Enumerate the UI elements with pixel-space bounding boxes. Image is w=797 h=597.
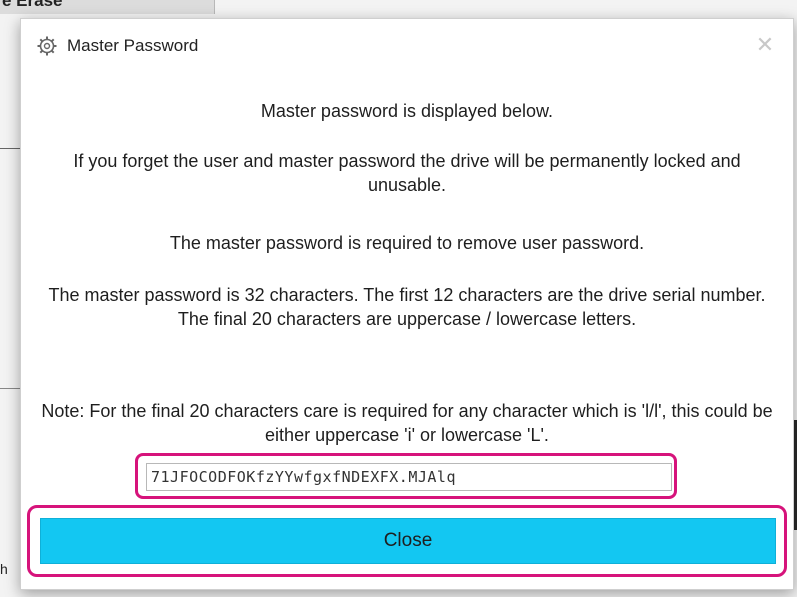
message-required: The master password is required to remov… <box>169 233 645 253</box>
background-text: h <box>0 561 8 577</box>
message-displayed-below: Master password is displayed below. <box>260 101 554 121</box>
master-password-field[interactable]: 71JFOCODFOKfzYYwfgxfNDEXFX.MJAlq <box>146 463 672 491</box>
dialog-titlebar: Master Password ✕ <box>21 19 793 73</box>
dialog-title: Master Password <box>67 36 199 55</box>
close-button-highlight: Close <box>27 505 787 577</box>
master-password-dialog: Master Password ✕ Master password is dis… <box>20 18 794 590</box>
gear-icon <box>37 36 57 56</box>
close-icon[interactable]: ✕ <box>751 31 779 59</box>
password-highlight: 71JFOCODFOKfzYYwfgxfNDEXFX.MJAlq <box>135 453 677 499</box>
background-tab: e Erase <box>0 0 215 14</box>
message-note: Note: For the final 20 characters care i… <box>41 401 773 445</box>
close-button[interactable]: Close <box>40 518 776 564</box>
message-format: The master password is 32 characters. Th… <box>48 285 766 329</box>
message-forget-warning: If you forget the user and master passwo… <box>73 151 741 195</box>
